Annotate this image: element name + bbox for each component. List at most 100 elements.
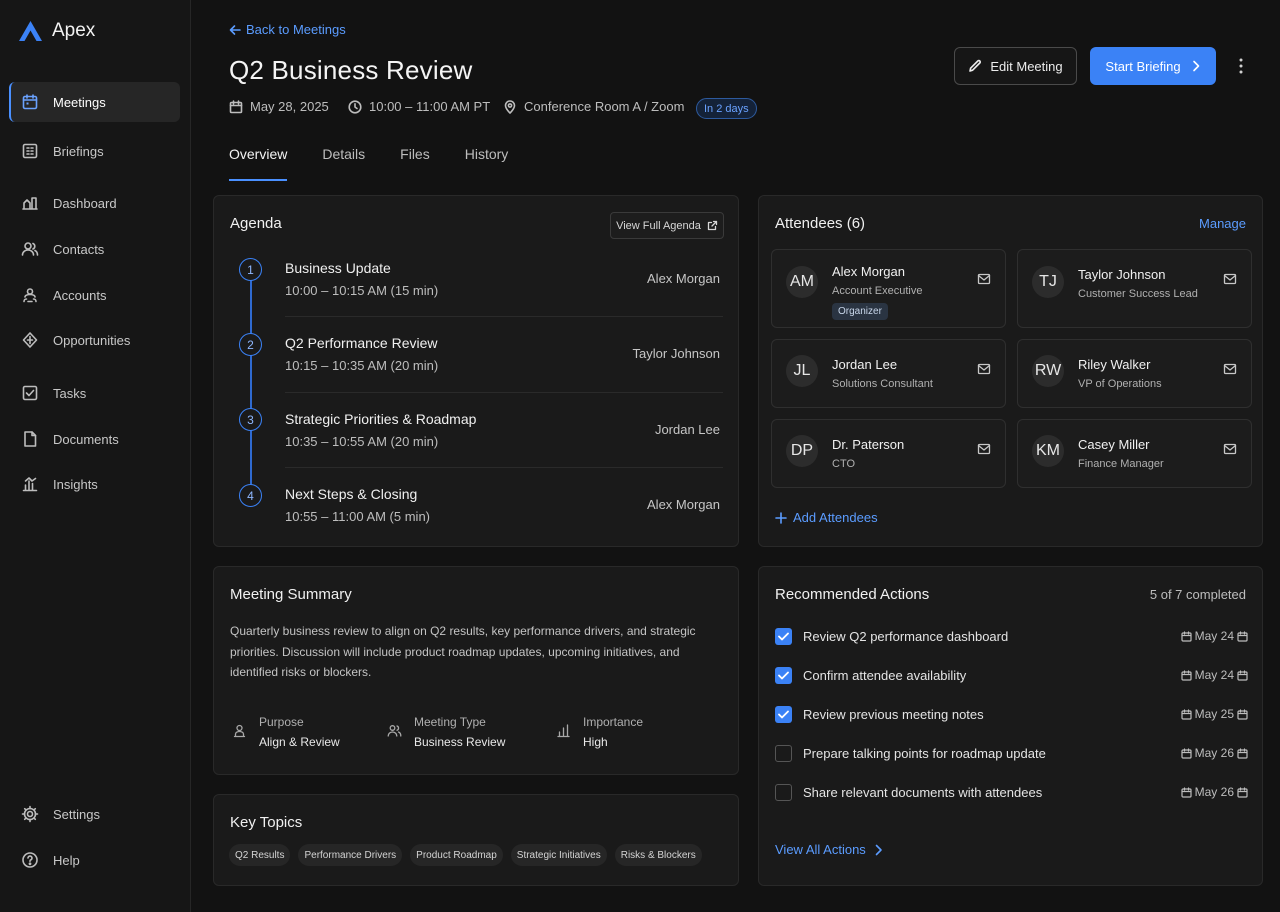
- mail-icon[interactable]: [1223, 442, 1237, 456]
- action-item[interactable]: Review Q2 performance dashboard May 24: [775, 627, 1248, 647]
- tab-files[interactable]: Files: [400, 146, 430, 181]
- sidebar-item-accounts[interactable]: Accounts: [9, 275, 180, 315]
- page-title: Q2 Business Review: [229, 55, 473, 85]
- sidebar-item-label: Documents: [53, 431, 119, 447]
- topic-chip[interactable]: Strategic Initiatives: [510, 844, 607, 866]
- arrow-left-icon: [229, 24, 241, 36]
- attendee-card[interactable]: DP Dr. Paterson CTO: [771, 419, 1006, 488]
- manage-attendees-link[interactable]: Manage: [1199, 216, 1246, 231]
- agenda-item-owner: Jordan Lee: [654, 422, 720, 437]
- action-item[interactable]: Share relevant documents with attendees …: [775, 783, 1248, 803]
- sidebar-item-help[interactable]: Help: [9, 840, 180, 880]
- attendee-card[interactable]: JL Jordan Lee Solutions Consultant: [771, 339, 1006, 408]
- agenda-item-time: 10:15 – 10:35 AM (20 min): [285, 358, 439, 373]
- app-logo[interactable]: Apex: [19, 20, 95, 42]
- summary-field-label: Purpose: [259, 715, 304, 729]
- checkbox-checked[interactable]: [775, 667, 792, 684]
- attendee-card[interactable]: KM Casey Miller Finance Manager: [1017, 419, 1252, 488]
- start-briefing-button[interactable]: Start Briefing: [1090, 47, 1216, 85]
- more-options-icon[interactable]: [1231, 56, 1251, 76]
- agenda-card: Agenda View Full Agenda 1 Business Updat…: [213, 195, 739, 547]
- view-full-agenda-button[interactable]: View Full Agenda: [610, 212, 724, 239]
- agenda-item-number: 2: [239, 333, 262, 356]
- attendee-card[interactable]: TJ Taylor Johnson Customer Success Lead: [1017, 249, 1252, 328]
- agenda-item-number: 1: [239, 258, 262, 281]
- attendee-name: Casey Miller: [1078, 437, 1150, 452]
- divider: [285, 467, 723, 468]
- mail-icon[interactable]: [1223, 362, 1237, 376]
- checkbox-unchecked[interactable]: [775, 784, 792, 801]
- sidebar-item-label: Meetings: [53, 94, 106, 110]
- summary-field-label: Importance: [583, 715, 644, 729]
- calendar-icon: [1237, 669, 1248, 681]
- calendar-icon: [1237, 630, 1248, 642]
- agenda-item-title: Business Update: [285, 260, 391, 276]
- sidebar-item-insights[interactable]: Insights: [9, 464, 180, 504]
- agenda-item-owner: Alex Morgan: [647, 271, 720, 286]
- action-date-text: May 24: [1194, 668, 1234, 682]
- topic-chip[interactable]: Performance Drivers: [298, 844, 403, 866]
- mail-icon[interactable]: [977, 362, 991, 376]
- agenda-item[interactable]: 1 Business Update 10:00 – 10:15 AM (15 m…: [214, 256, 739, 331]
- topic-chips: Q2 Results Performance Drivers Product R…: [229, 844, 702, 866]
- sidebar-item-documents[interactable]: Documents: [9, 419, 180, 459]
- add-attendees-button[interactable]: Add Attendees: [775, 510, 878, 525]
- checkbox-checked[interactable]: [775, 628, 792, 645]
- action-date-text: May 26: [1194, 746, 1234, 760]
- briefing-icon: [21, 142, 39, 160]
- mail-icon[interactable]: [977, 442, 991, 456]
- key-topics-title: Key Topics: [230, 814, 303, 831]
- tab-overview[interactable]: Overview: [229, 146, 288, 181]
- edit-meeting-button[interactable]: Edit Meeting: [954, 47, 1077, 85]
- calendar-icon: [1237, 708, 1248, 720]
- sidebar-item-meetings[interactable]: Meetings: [9, 82, 180, 122]
- action-label: Prepare talking points for roadmap updat…: [803, 746, 1046, 761]
- action-date-text: May 26: [1194, 785, 1234, 799]
- sidebar-item-tasks[interactable]: Tasks: [9, 373, 180, 413]
- checkbox-checked[interactable]: [775, 706, 792, 723]
- attendee-name: Alex Morgan: [832, 264, 905, 279]
- sidebar-item-label: Accounts: [53, 287, 107, 303]
- sidebar-item-dashboard[interactable]: Dashboard: [9, 183, 180, 223]
- topic-chip[interactable]: Risks & Blockers: [614, 844, 702, 866]
- agenda-item[interactable]: 4 Next Steps & Closing 10:55 – 11:00 AM …: [214, 482, 739, 557]
- view-all-actions-link[interactable]: View All Actions: [775, 842, 883, 857]
- attendee-name: Taylor Johnson: [1078, 267, 1166, 282]
- calendar-icon: [1181, 747, 1192, 759]
- checkbox-unchecked[interactable]: [775, 745, 792, 762]
- sidebar-item-label: Briefings: [53, 143, 104, 159]
- location-pin-icon: [503, 99, 517, 114]
- action-date-text: May 24: [1194, 629, 1234, 643]
- tab-details[interactable]: Details: [322, 146, 365, 181]
- agenda-item[interactable]: 3 Strategic Priorities & Roadmap 10:35 –…: [214, 407, 739, 482]
- document-icon: [21, 430, 39, 448]
- key-topics-card: Key Topics Q2 Results Performance Driver…: [213, 794, 739, 886]
- action-item[interactable]: Prepare talking points for roadmap updat…: [775, 744, 1248, 764]
- avatar: JL: [786, 355, 818, 387]
- actions-completed-count: 5 of 7 completed: [1149, 587, 1246, 602]
- calendar-icon: [1237, 747, 1248, 759]
- tab-history[interactable]: History: [465, 146, 509, 181]
- plus-icon: [775, 511, 787, 524]
- sidebar-item-briefings[interactable]: Briefings: [9, 131, 180, 171]
- action-due-date: May 26: [1181, 746, 1248, 760]
- action-item[interactable]: Review previous meeting notes May 25: [775, 705, 1248, 725]
- attendee-name: Jordan Lee: [832, 357, 898, 372]
- sidebar-item-opportunities[interactable]: Opportunities: [9, 320, 180, 360]
- attendee-role: Solutions Consultant: [832, 378, 933, 390]
- attendee-card[interactable]: AM Alex Morgan Account Executive Organiz…: [771, 249, 1006, 328]
- sidebar-item-contacts[interactable]: Contacts: [9, 229, 180, 269]
- action-item[interactable]: Confirm attendee availability May 24: [775, 666, 1248, 686]
- pencil-icon: [968, 59, 982, 73]
- agenda-item[interactable]: 2 Q2 Performance Review 10:15 – 10:35 AM…: [214, 331, 739, 406]
- mail-icon[interactable]: [1223, 272, 1237, 286]
- back-to-meetings-link[interactable]: Back to Meetings: [229, 22, 346, 37]
- attendee-card[interactable]: RW Riley Walker VP of Operations: [1017, 339, 1252, 408]
- topic-chip[interactable]: Q2 Results: [229, 844, 291, 866]
- sidebar-item-settings[interactable]: Settings: [9, 794, 180, 834]
- summary-title: Meeting Summary: [230, 586, 352, 603]
- topic-chip[interactable]: Product Roadmap: [410, 844, 503, 866]
- action-due-date: May 25: [1181, 707, 1248, 721]
- mail-icon[interactable]: [977, 272, 991, 286]
- add-attendees-label: Add Attendees: [793, 510, 878, 525]
